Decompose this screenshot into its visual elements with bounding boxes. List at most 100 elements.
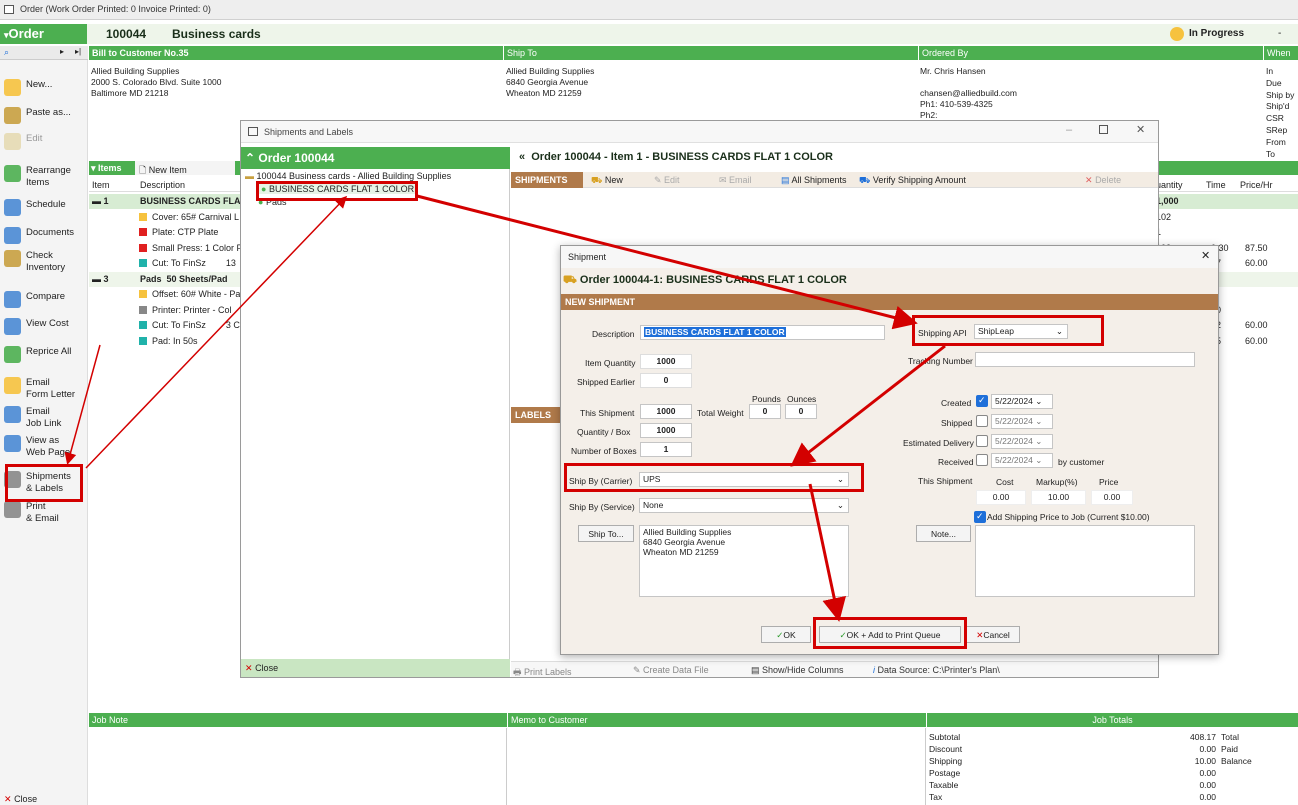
collapse-icon[interactable]: ⌃ — [245, 151, 255, 165]
job-note-field[interactable] — [89, 728, 507, 805]
sidebar-item-view-web[interactable]: View as Web Page — [4, 435, 86, 461]
sidebar-item-new[interactable]: New... — [4, 79, 86, 105]
item-description: Offset: 60# White - Pa — [152, 289, 241, 299]
highlight-tree-item — [256, 181, 418, 201]
highlight-shipping-api — [912, 315, 1104, 346]
order-number: 100044 — [106, 27, 147, 41]
price-field[interactable]: 0.00 — [1091, 490, 1133, 505]
boxes-field[interactable]: 1 — [640, 442, 692, 457]
sidebar-item-label: New... — [26, 79, 53, 90]
sidebar-item-print-email[interactable]: Print & Email — [4, 501, 86, 527]
email-shipment-button[interactable]: ✉ Email — [719, 175, 752, 186]
item-qty-label: Item Quantity — [585, 358, 636, 368]
tracking-field[interactable] — [975, 352, 1195, 367]
chevron-down-icon: ⌄ — [836, 500, 844, 510]
est-delivery-checkbox[interactable] — [976, 435, 988, 447]
minimize-icon[interactable]: – — [1066, 124, 1072, 136]
sidebar-item-reprice[interactable]: Reprice All — [4, 346, 86, 372]
play-icon[interactable]: ▸ — [60, 47, 64, 56]
delete-shipment-button[interactable]: ✕ Delete — [1085, 175, 1121, 186]
ship-to-address-field[interactable]: Allied Building Supplies 6840 Georgia Ave… — [639, 525, 849, 597]
new-shipment-button[interactable]: ⛟ New — [591, 175, 623, 187]
when-item: Ship'd — [1266, 101, 1290, 112]
col-item: Item — [92, 180, 110, 190]
dialog-title: Shipment — [568, 252, 607, 262]
close-button[interactable]: ✕ Close — [4, 794, 37, 805]
sidebar-item-compare[interactable]: Compare — [4, 291, 86, 317]
sidebar-item-paste[interactable]: Paste as... — [4, 107, 86, 133]
tree-root[interactable]: ▬ 100044 Business cards - Allied Buildin… — [245, 171, 451, 181]
shipped-checkbox[interactable] — [976, 415, 988, 427]
note-field[interactable] — [975, 525, 1195, 597]
markup-field[interactable]: 10.00 — [1031, 490, 1086, 505]
qty-box-field[interactable]: 1000 — [640, 423, 692, 438]
tree-close-button[interactable]: ✕ Close — [241, 659, 510, 677]
shipped-earlier-field[interactable]: 0 — [640, 373, 692, 388]
contact-email[interactable]: chansen@alliedbuild.com — [920, 88, 1017, 99]
sidebar-item-view-cost[interactable]: View Cost — [4, 318, 86, 344]
pounds-field[interactable]: 0 — [749, 404, 781, 419]
component-color-icon — [139, 243, 147, 252]
ounces-field[interactable]: 0 — [785, 404, 817, 419]
item-cell: 1,000 — [1156, 196, 1179, 206]
item-qty-field[interactable]: 1000 — [640, 354, 692, 369]
created-date[interactable]: 5/22/2024 ⌄ — [991, 394, 1053, 409]
sidebar-item-edit[interactable]: Edit — [4, 133, 86, 159]
all-shipments-button[interactable]: ▤ All Shipments — [781, 175, 847, 186]
dialog-close-icon[interactable]: ✕ — [1201, 249, 1210, 262]
sidebar-item-rearrange[interactable]: Rearrange Items — [4, 165, 86, 191]
ship-to-button[interactable]: Ship To... — [578, 525, 634, 542]
service-label: Ship By (Service) — [569, 502, 635, 512]
back-icon[interactable]: « — [519, 151, 525, 163]
sidebar-item-schedule[interactable]: Schedule — [4, 199, 86, 225]
sidebar-item-label: Edit — [26, 133, 43, 144]
memo-field[interactable] — [508, 728, 926, 805]
window-close-icon[interactable]: ✕ — [1136, 123, 1145, 136]
cost-field[interactable]: 0.00 — [976, 490, 1026, 505]
create-data-button[interactable]: ✎ Create Data File — [633, 665, 709, 676]
labels-tab[interactable]: LABELS — [511, 407, 563, 423]
dialog-header-text: Order 100044-1: BUSINESS CARDS FLAT 1 CO… — [579, 274, 847, 286]
note-button[interactable]: Note... — [916, 525, 971, 542]
show-hide-columns-button[interactable]: ▤ Show/Hide Columns — [751, 665, 844, 676]
print-labels-button[interactable]: 🖶 Print Labels — [513, 665, 572, 681]
sidebar-item-email-form[interactable]: Email Form Letter — [4, 377, 86, 403]
est-delivery-date[interactable]: 5/22/2024 ⌄ — [991, 434, 1053, 449]
shipped-date[interactable]: 5/22/2024 ⌄ — [991, 414, 1053, 429]
description-field[interactable]: BUSINESS CARDS FLAT 1 COLOR — [640, 325, 885, 340]
cancel-button[interactable]: ✕Cancel — [966, 626, 1020, 643]
highlight-ok-queue — [813, 617, 967, 649]
maximize-icon[interactable] — [1099, 125, 1108, 134]
sidebar-item-label: Compare — [26, 291, 66, 302]
this-shipment-field[interactable]: 1000 — [640, 404, 692, 419]
sidebar-item-email-link[interactable]: Email Job Link — [4, 406, 86, 432]
this-shipment-label: This Shipment — [580, 408, 635, 418]
total-value: 0.00 — [1199, 792, 1216, 802]
item-description: Small Press: 1 Color P — [152, 242, 243, 253]
received-checkbox[interactable] — [976, 454, 988, 466]
shipped-earlier-label: Shipped Earlier — [577, 377, 636, 387]
add-price-checkbox[interactable]: ✓ — [974, 511, 986, 523]
sidebar-item-check-inventory[interactable]: Check Inventory — [4, 250, 86, 276]
new-item-button[interactable]: 🗋 New Item — [135, 161, 235, 175]
verify-shipping-button[interactable]: ⛟ Verify Shipping Amount — [859, 175, 966, 187]
service-select[interactable]: None ⌄ — [639, 498, 849, 513]
status-badge[interactable]: In Progress — [1189, 28, 1244, 39]
search-icon[interactable]: ⌕ — [4, 47, 9, 58]
bill-to-header: Bill to Customer No.35 — [89, 46, 503, 60]
sidebar-item-label: Documents — [26, 227, 75, 238]
shipped-label: Shipped — [941, 418, 973, 428]
markup-header: Markup(%) — [1036, 477, 1078, 487]
shipments-tab[interactable]: SHIPMENTS — [511, 172, 583, 188]
status-sun-icon — [1170, 27, 1184, 41]
skip-icon[interactable]: ▸| — [75, 47, 81, 56]
items-tab[interactable]: ▾ Items — [91, 163, 122, 174]
order-menu-button[interactable]: ▾Order — [0, 24, 87, 44]
new-label: New — [604, 175, 623, 185]
job-totals-header: Job Totals — [927, 713, 1298, 727]
ok-button[interactable]: ✓OK — [761, 626, 811, 643]
created-checkbox[interactable]: ✓ — [976, 395, 988, 407]
item-description: Pad: In 50s — [152, 335, 198, 346]
edit-shipment-button[interactable]: ✎ Edit — [654, 175, 680, 186]
received-date[interactable]: 5/22/2024 ⌄ — [991, 453, 1053, 468]
